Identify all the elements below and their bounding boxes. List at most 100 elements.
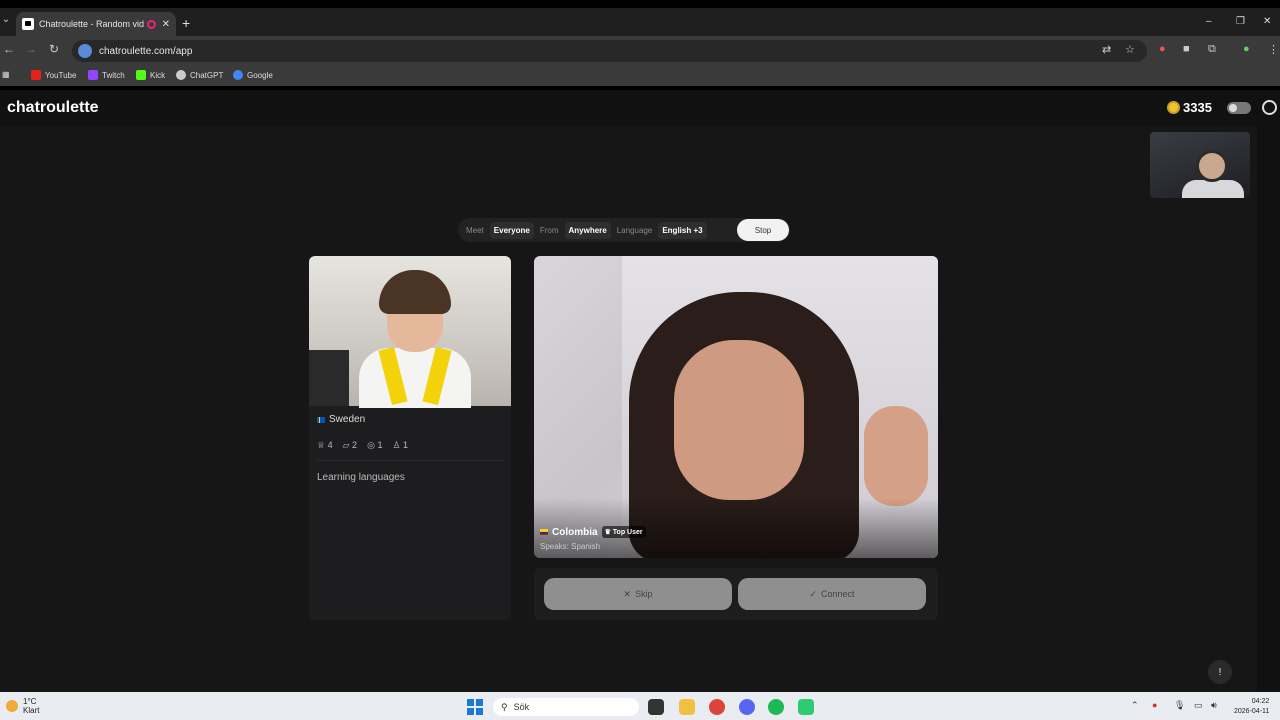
extension-icon[interactable]: ■: [1183, 43, 1190, 55]
card-divider: [317, 460, 503, 461]
top-user-badge: ♛ Top User: [601, 526, 646, 538]
connect-button[interactable]: ✓ Connect: [738, 578, 926, 610]
chevron-up-icon[interactable]: ⌃: [1131, 700, 1139, 711]
file-explorer-icon[interactable]: [679, 699, 695, 715]
spotify-icon[interactable]: [768, 699, 784, 715]
apps-grid-icon[interactable]: ▦: [2, 70, 10, 79]
self-camera-body: [1182, 180, 1244, 198]
stat-gift: ▱ 2: [343, 440, 357, 451]
back-icon[interactable]: ←: [3, 42, 15, 56]
bookmark-youtube[interactable]: YouTube: [31, 70, 76, 80]
account-icon[interactable]: [1262, 100, 1277, 115]
partner-chair: [309, 350, 349, 406]
action-bar: ✕ Skip ✓ Connect: [534, 568, 938, 620]
moon-icon: [6, 700, 18, 712]
taskbar-search[interactable]: ⚲ Sök: [493, 698, 639, 716]
minimize-button[interactable]: –: [1206, 16, 1212, 27]
page-scrollbar[interactable]: [1257, 125, 1280, 692]
windows-start-icon[interactable]: [467, 699, 483, 715]
crown-icon: ♕: [317, 440, 326, 450]
from-label: From: [539, 225, 559, 235]
bookmark-label: Twitch: [102, 70, 125, 80]
check-icon: ✓: [809, 588, 817, 599]
antivirus-icon[interactable]: ●: [1152, 700, 1157, 710]
stranger-video: Colombia ♛ Top User Speaks: Spanish: [534, 256, 938, 558]
language-label: Language: [616, 225, 653, 235]
self-camera-head: [1196, 150, 1228, 182]
task-view-icon[interactable]: [648, 699, 664, 715]
gift-icon: ▱: [342, 440, 350, 450]
bookmark-google[interactable]: Google: [233, 70, 273, 80]
translate-icon[interactable]: ⇄: [1102, 43, 1111, 56]
browser-tab-strip: ⌄ Chatroulette - Random vid ✕ + – ❐ ✕: [0, 8, 1280, 36]
clock-time: 04:22: [1251, 698, 1270, 705]
partner-country-name: Sweden: [329, 414, 366, 425]
tab-title: Chatroulette - Random vid: [39, 19, 144, 29]
search-icon: ⚲: [501, 701, 508, 712]
search-placeholder: Sök: [513, 702, 530, 712]
stat-globe: ◎ 1: [367, 440, 382, 451]
bookmark-twitch[interactable]: Twitch: [88, 70, 125, 80]
bookmark-chatgpt[interactable]: ChatGPT: [176, 70, 223, 80]
coin-count: 3335: [1183, 100, 1212, 115]
weather-text: 1°C Klart: [23, 697, 39, 715]
safety-shield-icon[interactable]: !: [1208, 660, 1232, 684]
bookmark-star-icon[interactable]: ☆: [1125, 43, 1135, 56]
bookmark-label: Google: [247, 70, 273, 80]
language-filter[interactable]: English +3: [658, 221, 707, 239]
chatroulette-app: chatroulette 3335 ‹ Meet Everyone From A…: [0, 90, 1280, 692]
partner-bio: Learning languages: [317, 472, 405, 483]
discord-icon[interactable]: [739, 699, 755, 715]
recording-icon: [146, 19, 156, 29]
from-filter[interactable]: Anywhere: [564, 221, 611, 239]
skip-button[interactable]: ✕ Skip: [544, 578, 732, 610]
stat-value: 4: [327, 440, 333, 450]
browser-tab[interactable]: Chatroulette - Random vid ✕: [16, 12, 176, 36]
bookmark-label: Kick: [150, 70, 166, 80]
profile-avatar-icon[interactable]: ●: [1243, 43, 1250, 55]
partner-country: Sweden: [317, 414, 365, 425]
twitch-icon: [88, 70, 98, 80]
app-icon[interactable]: [798, 699, 814, 715]
bookmark-kick[interactable]: Kick: [136, 70, 165, 80]
clock-date: 2026-04-11: [1234, 708, 1270, 715]
sweden-flag-icon: [317, 416, 325, 423]
volume-icon[interactable]: 🔊︎: [1211, 700, 1217, 711]
user-icon: ♙: [392, 440, 401, 450]
browser-toolbar: ← → ↻ chatroulette.com/app ⇄ ☆ ● ■ ⧉ ● ⋮: [0, 36, 1280, 66]
stop-button[interactable]: Stop: [737, 219, 789, 241]
system-clock[interactable]: 04:22 2026-04-11: [1234, 697, 1269, 717]
new-tab-button[interactable]: +: [182, 15, 190, 31]
crown-icon: ♛: [604, 529, 611, 536]
site-info-icon[interactable]: [78, 44, 92, 58]
chrome-icon[interactable]: [709, 699, 725, 715]
chatgpt-icon: [176, 70, 186, 80]
reload-icon[interactable]: ↻: [49, 42, 59, 56]
address-bar[interactable]: chatroulette.com/app: [72, 40, 1147, 62]
browser-menu-icon[interactable]: ⋮: [1268, 43, 1279, 56]
extensions-puzzle-icon[interactable]: ⧉: [1208, 43, 1216, 56]
stat-crown: ♕ 4: [317, 440, 333, 451]
match-filter-bar: Meet Everyone From Anywhere Language Eng…: [458, 218, 790, 242]
extension-fire-icon[interactable]: ●: [1159, 43, 1166, 55]
forward-icon[interactable]: →: [25, 42, 37, 56]
network-icon[interactable]: ▭: [1194, 700, 1203, 711]
maximize-button[interactable]: ❐: [1236, 16, 1245, 27]
tab-search-icon[interactable]: ⌄: [0, 14, 12, 30]
tab-close-icon[interactable]: ✕: [162, 19, 170, 30]
close-window-button[interactable]: ✕: [1263, 16, 1271, 27]
meet-filter[interactable]: Everyone: [489, 221, 534, 239]
skip-label: Skip: [635, 589, 653, 599]
stranger-country: Colombia ♛ Top User: [540, 526, 646, 538]
connect-label: Connect: [821, 589, 855, 599]
theme-toggle[interactable]: [1227, 102, 1251, 114]
close-icon: ✕: [623, 588, 632, 599]
microphone-icon[interactable]: 🎙︎: [1174, 700, 1185, 711]
chatroulette-logo[interactable]: chatroulette: [7, 99, 99, 117]
stranger-hand: [864, 406, 928, 506]
coin-balance[interactable]: 3335: [1167, 100, 1212, 115]
partner-video: [309, 256, 511, 408]
partner-shirt: [359, 348, 471, 408]
weather-widget[interactable]: 1°C Klart: [6, 697, 39, 715]
windows-taskbar: 1°C Klart ⚲ Sök ⌃ ● 🎙︎ ▭ 🔊︎ 04:22 2026-0…: [0, 692, 1280, 720]
